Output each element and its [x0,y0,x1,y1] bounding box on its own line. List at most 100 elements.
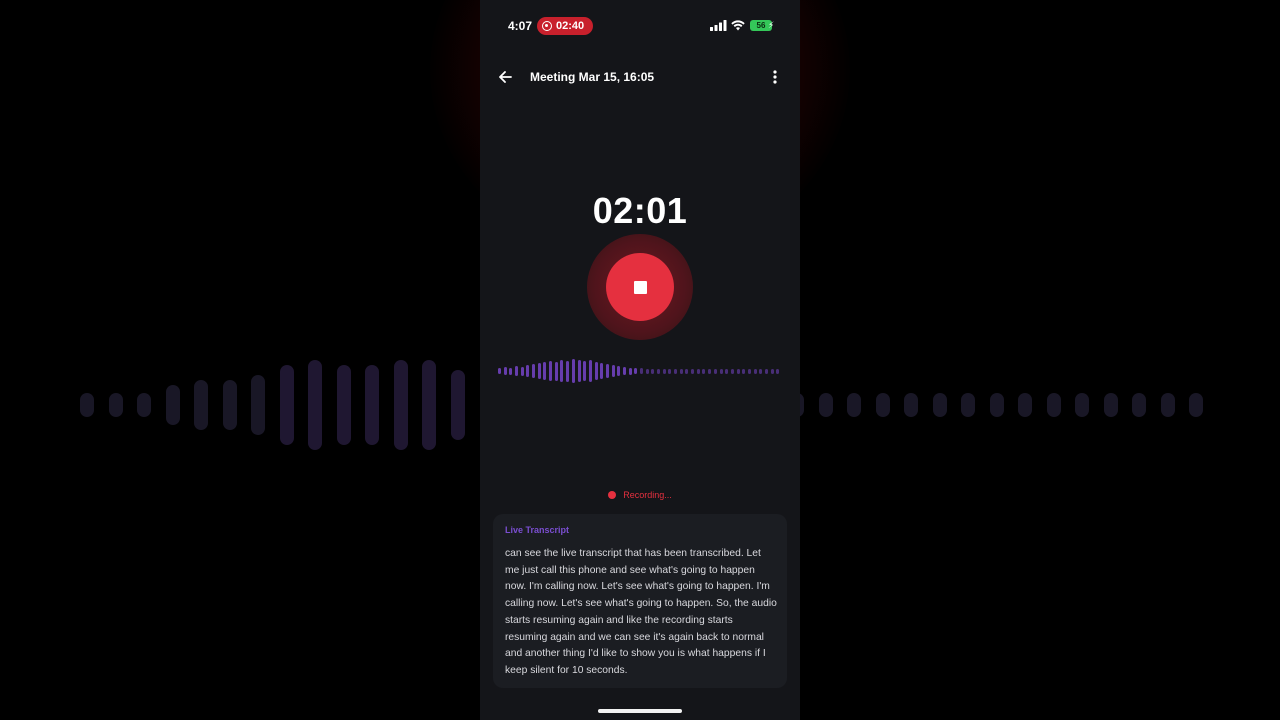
waveform-bar [543,362,547,380]
waveform-bar [776,368,780,374]
live-waveform [498,352,782,392]
waveform-bar [588,360,592,382]
wifi-icon [731,20,745,31]
waveform-bar [554,361,558,381]
waveform-bar [509,367,513,375]
background-waveform-bar [1103,393,1118,417]
waveform-bar [662,368,666,374]
background-waveform-bar [308,360,322,450]
background-waveform-bar [1189,393,1203,417]
background-waveform-bar [932,393,947,417]
waveform-bar [651,368,655,374]
arrow-left-icon[interactable] [496,68,514,86]
signal-icon [710,20,727,31]
waveform-bar [628,367,632,375]
waveform-bar [515,366,519,376]
waveform-bar [753,368,757,374]
recording-status: Recording... [480,490,800,500]
record-icon [542,21,552,31]
waveform-bar [583,361,587,381]
waveform-bar [719,368,723,374]
background-waveform-bar [336,365,351,445]
page-title: Meeting Mar 15, 16:05 [530,70,655,84]
background-waveform-bar [1046,393,1061,417]
waveform-bar [503,367,507,375]
waveform-bar [685,368,689,374]
waveform-bar [566,360,570,382]
background-waveform-bar [137,393,151,417]
recording-status-text: Recording... [623,490,672,500]
battery-level: 56 [756,21,766,30]
waveform-bar [713,368,717,374]
bolt-icon: ⚡ [768,20,775,30]
waveform-bar [532,364,536,378]
waveform-bar [537,363,541,379]
background-waveform-bar [80,393,94,417]
waveform-bar [571,359,575,383]
waveform-bar [747,368,751,374]
waveform-bar [759,368,763,374]
waveform-bar [617,366,621,376]
background-waveform-bar [279,365,294,445]
stop-recording-button[interactable] [606,253,674,321]
background-waveform-bar [422,360,436,450]
background-waveform-bar [251,375,265,435]
elapsed-timer: 02:01 [592,190,688,231]
waveform-bar [730,368,734,374]
app-header: Meeting Mar 15, 16:05 [480,60,800,94]
background-waveform-bar [1075,393,1089,417]
waveform-bar [640,368,643,374]
waveform-bar [668,368,672,374]
background-waveform-bar [393,360,408,450]
waveform-bar [498,368,501,374]
waveform-bar [577,360,581,382]
status-bar: 4:07 02:40 56 ⚡ [480,0,800,52]
waveform-bar [520,366,524,376]
recording-dot-icon [608,491,617,499]
waveform-bar [594,362,598,380]
more-vertical-icon[interactable] [766,68,784,86]
waveform-bar [725,368,729,374]
waveform-bar [702,368,706,374]
recording-indicator-pill[interactable]: 02:40 [537,17,593,35]
status-time: 4:07 [508,19,533,33]
background-waveform-bar [818,393,833,417]
stop-icon [633,280,647,294]
waveform-bar [657,368,661,374]
waveform-bar [611,365,615,377]
waveform-bar [708,368,712,374]
waveform-bar [742,368,746,374]
background-waveform-bar [1160,393,1175,417]
waveform-bar [645,368,649,374]
waveform-bar [622,367,626,375]
waveform-bar [634,368,638,374]
transcript-label: Live Transcript [505,525,570,535]
background-waveform-bar [1132,393,1146,417]
waveform-bar [736,368,740,374]
transcript-card[interactable]: Live Transcript can see the live transcr… [493,514,787,688]
background-waveform-bar [989,393,1004,417]
phone-screen: 4:07 02:40 56 ⚡ Meeting Mar 15, 16:05 02… [480,0,800,720]
background-waveform-bar [108,393,123,417]
background-waveform-bar [365,365,379,445]
waveform-bar [526,365,530,377]
background-waveform-bar [194,380,208,430]
waveform-bar [770,368,774,374]
background-waveform-bar [904,393,918,417]
waveform-bar [679,368,683,374]
waveform-bar [549,361,553,381]
background-waveform-bar [1018,393,1032,417]
background-waveform-bar [961,393,975,417]
waveform-bar [691,368,695,374]
waveform-bar [560,360,564,382]
stop-button-halo [587,234,693,340]
waveform-bar [600,363,604,379]
background-waveform-bar [222,380,237,430]
background-waveform-bar [450,370,465,440]
background-waveform-bar [847,393,861,417]
recording-pill-time: 02:40 [556,20,585,32]
home-indicator[interactable] [598,709,682,713]
waveform-bar [764,368,768,374]
transcript-text: can see the live transcript that has bee… [505,548,777,676]
waveform-bar [696,368,700,374]
